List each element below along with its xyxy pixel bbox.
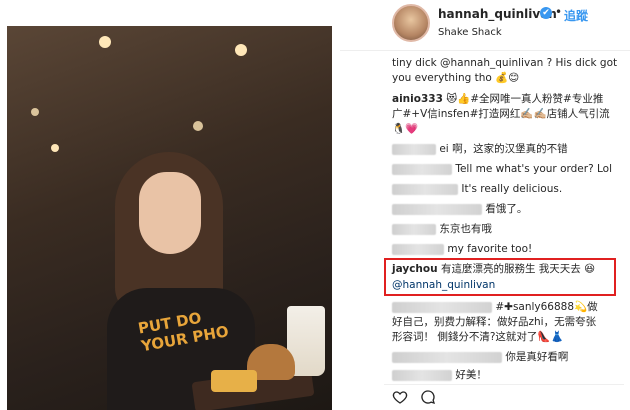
comment-line: 东京也有哦	[392, 222, 492, 237]
comment-text: you everything tho 💰😊	[392, 72, 520, 84]
ceiling-light	[31, 108, 39, 116]
comment-line: 你是真好看啊	[392, 350, 568, 365]
comment-line: my favorite too!	[392, 242, 532, 257]
comment-line: #✚sanly66888💫做	[392, 300, 598, 315]
comment-line: @hannah_quinlivan	[392, 278, 495, 293]
blurred-username	[392, 163, 452, 175]
comment-text: 好自己，别费力解释：做好品zhi，无需夸张	[392, 316, 597, 328]
verified-badge-icon: ✔	[540, 7, 552, 19]
avatar[interactable]	[392, 4, 430, 42]
comment-text: #✚sanly66888💫做	[495, 301, 598, 313]
ceiling-light	[193, 121, 203, 131]
comment-text: tiny dick @hannah_quinlivan ? His dick g…	[392, 57, 618, 69]
fries	[211, 370, 257, 392]
comment-line: Tell me what's your order? Lol	[392, 162, 612, 177]
comment-text: Tell me what's your order? Lol	[455, 163, 612, 175]
blurred-username	[392, 369, 452, 381]
comment-text: 你是真好看啊	[505, 351, 569, 363]
comment-text: 啊，这家的汉堡真的不错	[452, 143, 568, 155]
heart-icon[interactable]	[392, 389, 408, 405]
action-bar	[384, 384, 624, 407]
blurred-username	[392, 351, 502, 363]
comment-line: 广#+V信insfen#打造网红✍🏼✍🏼店铺人气引流	[392, 107, 610, 122]
blurred-username	[392, 143, 436, 155]
comment-username[interactable]: jaychou	[392, 263, 438, 275]
blurred-username	[392, 301, 492, 313]
comment-line: ainio333 😻👍#全网唯一真人粉赞#专业推	[392, 92, 603, 107]
comment-text: 东京也有哦	[439, 223, 492, 235]
comment-text: 看饿了。	[485, 203, 528, 215]
comment-text: 好美！	[455, 369, 487, 381]
comment-line: ei 啊，这家的汉堡真的不错	[392, 142, 568, 157]
comment-text: my favorite too!	[447, 243, 533, 255]
post-details: hannah_quinlivan ✔ • 追蹤 Shake Shack tiny…	[340, 0, 630, 410]
face	[139, 172, 201, 254]
comment-line: 好自己，别费力解释：做好品zhi，无需夸张	[392, 315, 596, 330]
comment-username[interactable]: ei	[439, 143, 448, 155]
post-location[interactable]: Shake Shack	[438, 27, 502, 38]
blurred-username	[392, 223, 436, 235]
comment-username[interactable]: ainio333	[392, 93, 443, 105]
comment-text: It's really delicious.	[461, 183, 563, 195]
comment-text: 😻👍#全网唯一真人粉赞#专业推	[446, 93, 604, 105]
comment-text: 广#+V信insfen#打造网红✍🏼✍🏼店铺人气引流	[392, 108, 610, 120]
mention-link[interactable]: @hannah_quinlivan	[392, 279, 495, 291]
post-photo[interactable]: PUT DO YOUR PHO	[7, 26, 332, 410]
follow-button[interactable]: 追蹤	[564, 7, 588, 24]
comment-text: 🐧💗	[392, 123, 419, 135]
blurred-username	[392, 183, 458, 195]
comment-line: jaychou 有這麼漂亮的服務生 我天天去 😆	[392, 262, 595, 277]
author-username[interactable]: hannah_quinlivan	[438, 7, 557, 21]
ceiling-light	[51, 144, 59, 152]
comment-line: you everything tho 💰😊	[392, 71, 519, 86]
comment-text: 有這麼漂亮的服務生 我天天去 😆	[440, 263, 596, 275]
comment-icon[interactable]	[420, 389, 436, 405]
blurred-username	[392, 203, 482, 215]
separator-dot: •	[555, 5, 563, 19]
post-header: hannah_quinlivan ✔ • 追蹤 Shake Shack	[340, 0, 630, 51]
blurred-username	[392, 243, 444, 255]
comment-line: 好美！	[392, 368, 487, 383]
comment-line: tiny dick @hannah_quinlivan ? His dick g…	[392, 56, 617, 71]
comment-line: 🐧💗	[392, 122, 418, 137]
comment-line: 形容词！ 側錢分不清?这就对了👠👗	[392, 330, 564, 345]
comment-line: It's really delicious.	[392, 182, 562, 197]
comment-text: 形容词！ 側錢分不清?这就对了👠👗	[392, 331, 564, 343]
ceiling-light	[99, 36, 111, 48]
comment-line: 看饿了。	[392, 202, 527, 217]
ceiling-light	[235, 44, 247, 56]
